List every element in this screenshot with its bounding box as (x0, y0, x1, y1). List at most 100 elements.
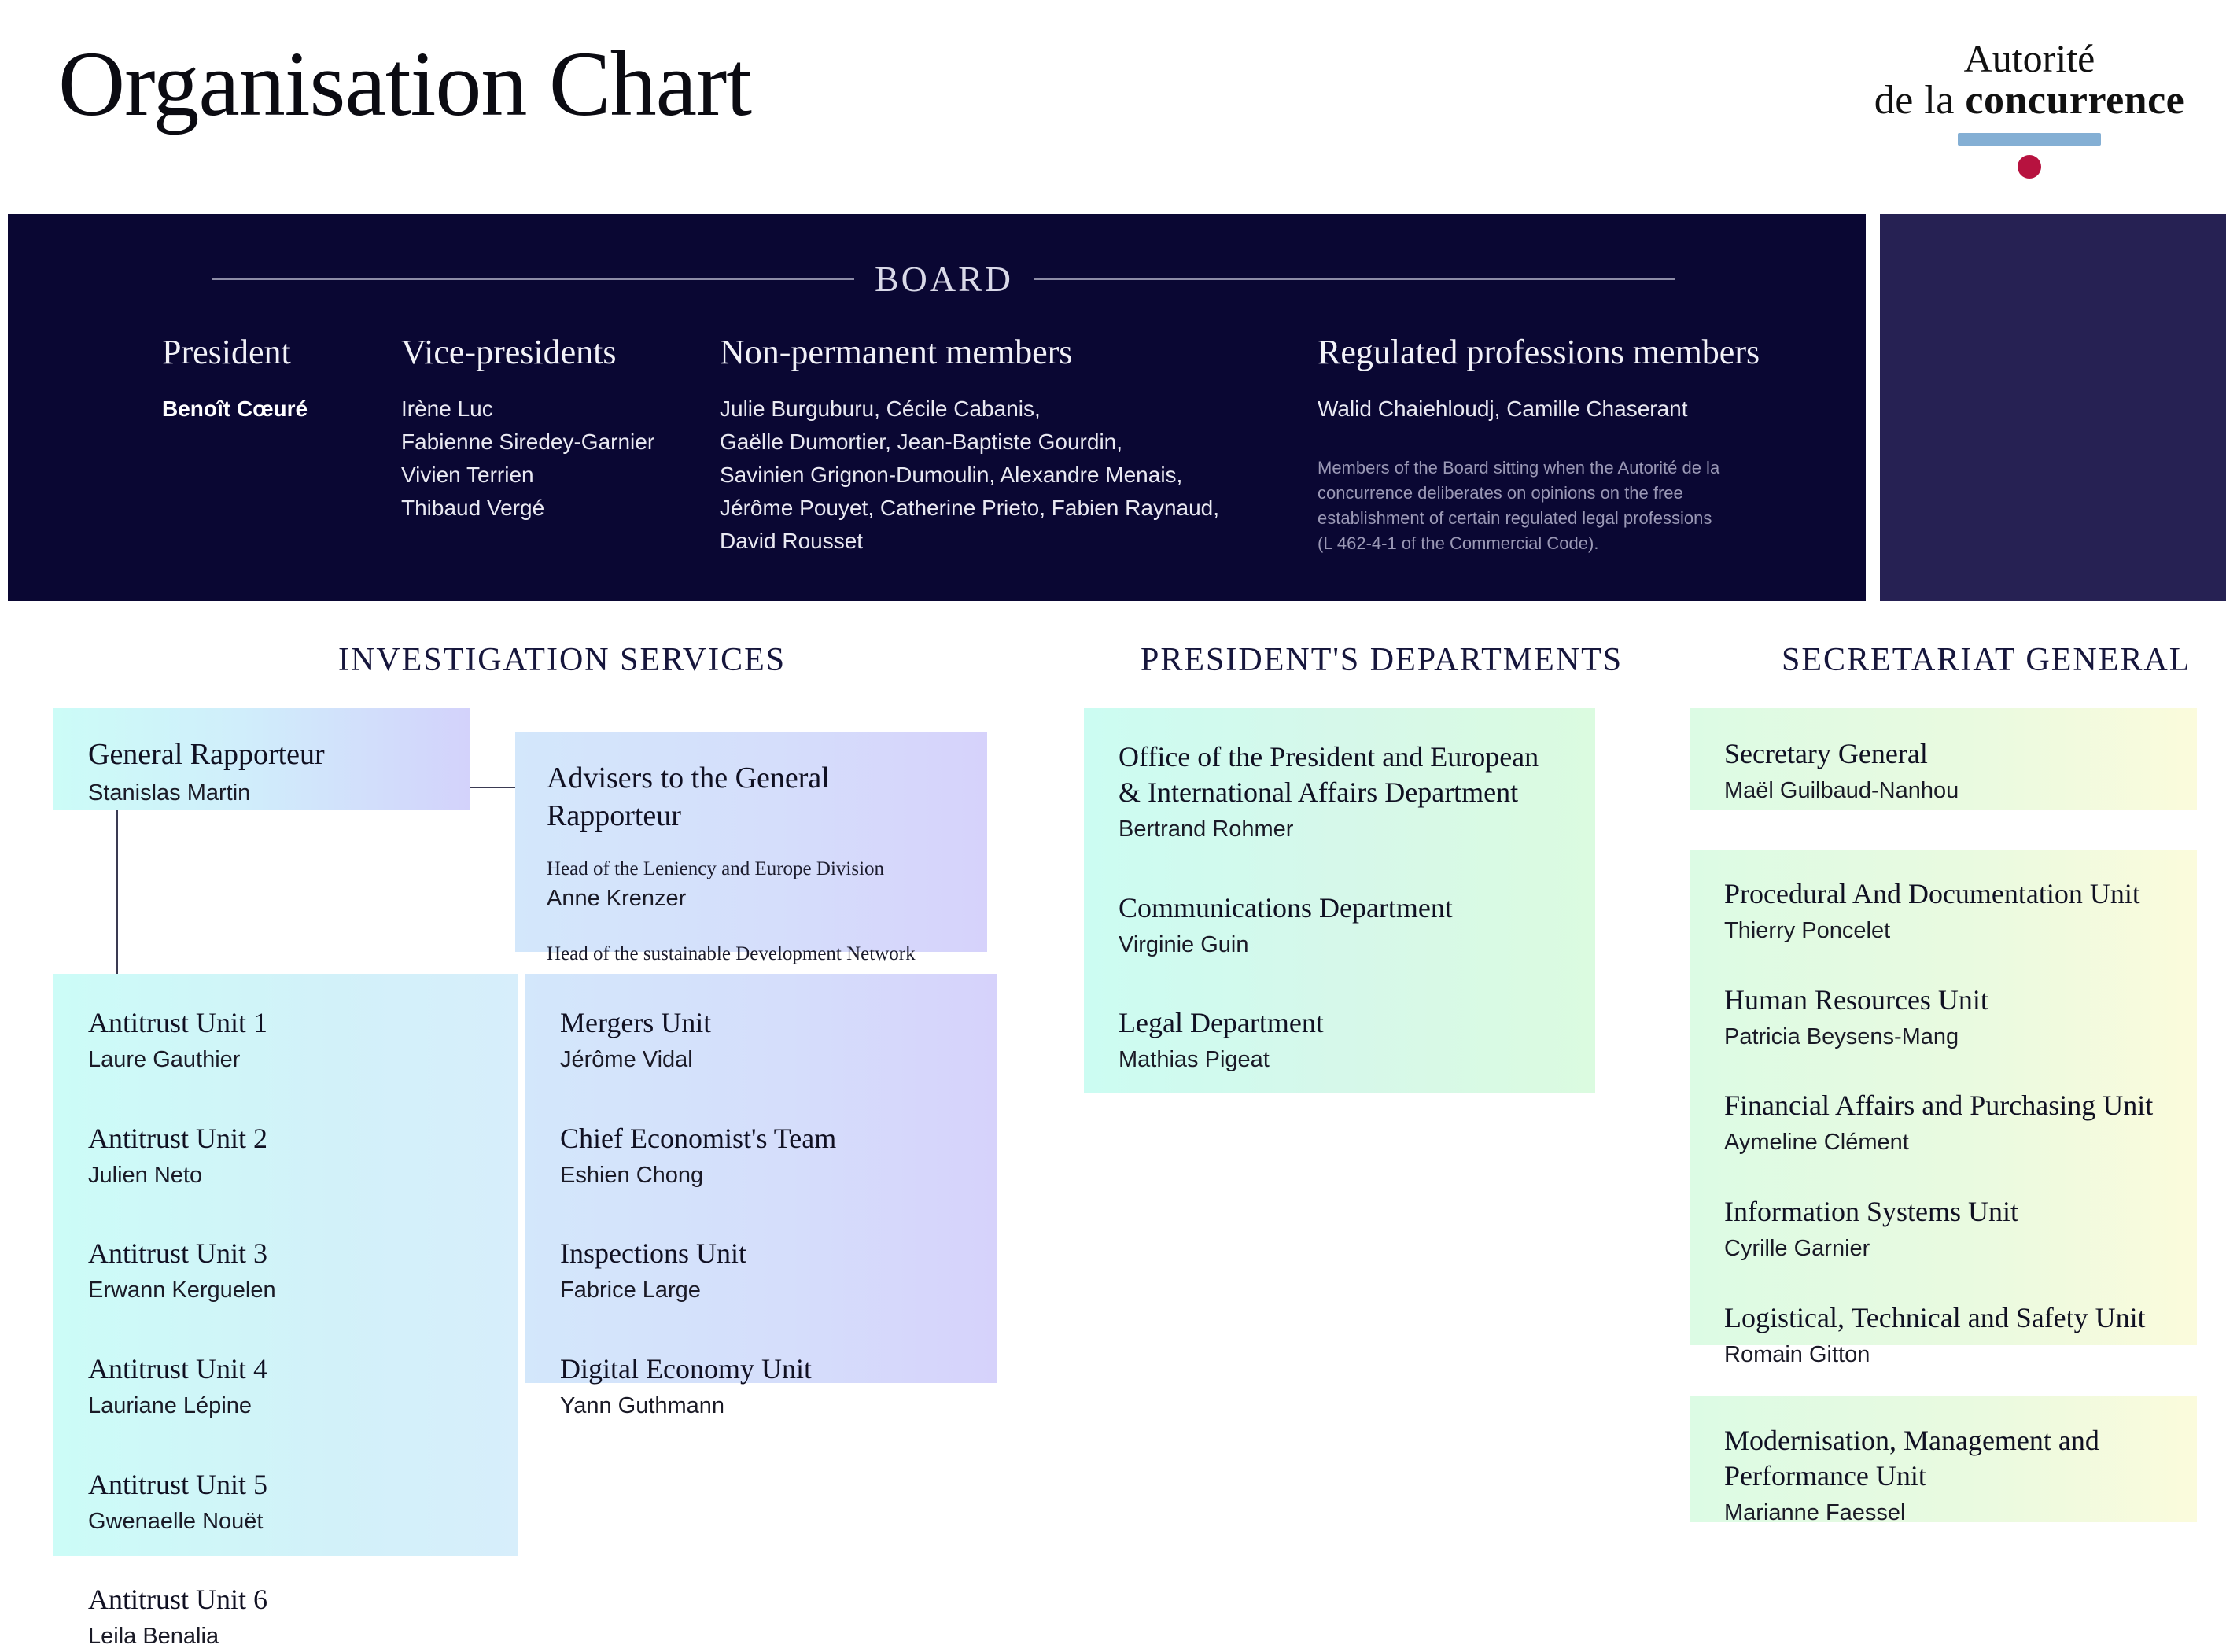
board-member-name: Irène Luc (401, 396, 493, 421)
unit-modernisation-management-performance: Modernisation, Management and Performanc… (1724, 1423, 2162, 1528)
unit-digital-economy: Digital Economy Unit Yann Guthmann (560, 1351, 963, 1422)
board-member-name: Savinien Grignon-Dumoulin, Alexandre Men… (720, 463, 1183, 487)
unit-person-name: Cyrille Garnier (1724, 1236, 1870, 1262)
unit-person-name: Lauriane Lépine (88, 1393, 252, 1419)
unit-title: Antitrust Unit 2 (88, 1122, 268, 1154)
card-secretary-general: Secretary General Maël Guilbaud-Nanhou (1690, 708, 2197, 810)
connector-line-vertical (116, 810, 118, 974)
unit-person-name: Fabrice Large (560, 1278, 701, 1304)
unit-title: Inspections Unit (560, 1237, 746, 1270)
unit-person-name: Gwenaelle Nouët (88, 1508, 264, 1534)
unit-title: Communications Department (1119, 891, 1453, 924)
unit-person-name: Yann Guthmann (560, 1393, 725, 1419)
board-hearing-adviser-panel: Hearing adviser Jean-Pierre Bonthoux (1880, 214, 2226, 601)
unit-title: Modernisation, Management and Performanc… (1724, 1425, 2099, 1492)
unit-title: Antitrust Unit 1 (88, 1007, 268, 1038)
unit-title: Information Systems Unit (1724, 1196, 2018, 1228)
unit-person-name: Erwann Kerguelen (88, 1278, 276, 1304)
unit-title: Mergers Unit (560, 1007, 712, 1038)
card-secretariat-general-units: Procedural And Documentation Unit Thierr… (1690, 850, 2197, 1367)
board-column-president: President Benoît Cœuré (162, 332, 308, 426)
board-band: BOARD President Benoît Cœuré Vice-presid… (0, 214, 2226, 601)
unit-title: Human Resources Unit (1724, 983, 1988, 1016)
unit-antitrust-4: Antitrust Unit 4 Lauriane Lépine (88, 1351, 483, 1422)
unit-chief-economist: Chief Economist's Team Eshien Chong (560, 1121, 963, 1191)
board-rule-left (212, 278, 854, 280)
unit-person-name: Julien Neto (88, 1162, 203, 1188)
unit-person-name: Eshien Chong (560, 1162, 704, 1188)
unit-general-rapporteur: General Rapporteur Stanislas Martin (88, 736, 436, 808)
section-title-secretariat-general: SECRETARIAT GENERAL (1782, 642, 2191, 678)
unit-mergers: Mergers Unit Jérôme Vidal (560, 1005, 963, 1075)
board-rule-right (1034, 278, 1675, 280)
unit-title: Digital Economy Unit (560, 1353, 812, 1385)
unit-title: Antitrust Unit 6 (88, 1584, 268, 1616)
board-column-vice-presidents: Vice-presidents Irène Luc Fabienne Sired… (401, 332, 654, 525)
unit-information-systems: Information Systems Unit Cyrille Garnier (1724, 1194, 2162, 1264)
unit-antitrust-5: Antitrust Unit 5 Gwenaelle Nouët (88, 1467, 483, 1537)
board-member-name: Julie Burguburu, Cécile Cabanis, (720, 396, 1041, 421)
unit-procedural-and-documentation: Procedural And Documentation Unit Thierr… (1724, 876, 2162, 946)
unit-person-name: Thierry Poncelet (1724, 918, 1891, 943)
card-modernisation-management-performance: Modernisation, Management and Performanc… (1690, 1396, 2197, 1525)
unit-person-name: Aymeline Clément (1724, 1130, 1909, 1156)
board-title: BOARD (874, 259, 1014, 299)
logo-line-concurrence: de la concurrence (1864, 79, 2195, 123)
board-heading-non-permanent: Non-permanent members (720, 333, 1073, 371)
unit-person-name: Jérôme Vidal (560, 1047, 693, 1072)
unit-title: Antitrust Unit 4 (88, 1353, 268, 1385)
unit-antitrust-1: Antitrust Unit 1 Laure Gauthier (88, 1005, 483, 1075)
section-title-presidents-departments: PRESIDENT'S DEPARTMENTS (1141, 642, 1623, 678)
unit-person-name: Patricia Beysens-Mang (1724, 1023, 1959, 1049)
unit-antitrust-6: Antitrust Unit 6 Leila Benalia (88, 1582, 483, 1652)
page-header: Organisation Chart Autorité de la concur… (0, 0, 2226, 214)
unit-person-name: Stanislas Martin (88, 780, 251, 806)
unit-title: Financial Affairs and Purchasing Unit (1724, 1090, 2154, 1122)
board-main-panel: BOARD President Benoît Cœuré Vice-presid… (8, 214, 1866, 601)
unit-person-name: Romain Gitton (1724, 1341, 1870, 1367)
board-column-non-permanent-members: Non-permanent members Julie Burguburu, C… (720, 332, 1219, 558)
unit-person-name: Maël Guilbaud-Nanhou (1724, 778, 1959, 803)
unit-legal-department: Legal Department Mathias Pigeat (1119, 1005, 1561, 1075)
unit-role-title: Head of the sustainable Development Netw… (547, 943, 916, 965)
unit-title: Chief Economist's Team (560, 1122, 837, 1154)
unit-title: Advisers to the General Rapporteur (547, 761, 830, 832)
unit-title: Legal Department (1119, 1007, 1324, 1039)
card-general-rapporteur: General Rapporteur Stanislas Martin (53, 708, 470, 810)
board-member-name: Gaëlle Dumortier, Jean-Baptiste Gourdin, (720, 430, 1123, 454)
unit-person-name: Leila Benalia (88, 1624, 219, 1650)
unit-title: Antitrust Unit 5 (88, 1468, 268, 1500)
board-heading-vice-presidents: Vice-presidents (401, 333, 617, 371)
board-member-name: Benoît Cœuré (162, 396, 308, 421)
logo-text-concurrence: concurrence (1965, 77, 2185, 123)
card-presidents-departments: Office of the President and European & I… (1084, 708, 1595, 1093)
card-other-investigation-units: Mergers Unit Jérôme Vidal Chief Economis… (525, 974, 997, 1418)
unit-antitrust-2: Antitrust Unit 2 Julien Neto (88, 1121, 483, 1191)
unit-inspections: Inspections Unit Fabrice Large (560, 1236, 963, 1306)
unit-secretary-general: Secretary General Maël Guilbaud-Nanhou (1724, 736, 2162, 806)
unit-adviser-leniency: Head of the Leniency and Europe Division… (547, 857, 956, 913)
page-title: Organisation Chart (58, 32, 752, 135)
board-member-name: Jérôme Pouyet, Catherine Prieto, Fabien … (720, 496, 1220, 520)
logo-red-dot-icon (2018, 155, 2041, 179)
unit-person-name: Bertrand Rohmer (1119, 817, 1294, 842)
board-member-name: Vivien Terrien (401, 463, 534, 487)
board-title-row: BOARD (212, 258, 1675, 300)
unit-role-title: Head of the Leniency and Europe Division (547, 858, 885, 879)
connector-line-horizontal (470, 787, 515, 788)
unit-person-name: Anne Krenzer (547, 885, 687, 911)
unit-human-resources: Human Resources Unit Patricia Beysens-Ma… (1724, 983, 2162, 1053)
unit-office-of-the-president: Office of the President and European & I… (1119, 739, 1561, 845)
unit-title: Antitrust Unit 3 (88, 1237, 268, 1270)
unit-financial-affairs-and-purchasing: Financial Affairs and Purchasing Unit Ay… (1724, 1088, 2162, 1158)
unit-person-name: Mathias Pigeat (1119, 1047, 1270, 1073)
board-column-regulated-professions: Regulated professions members Walid Chai… (1318, 332, 1760, 556)
unit-communications-department: Communications Department Virginie Guin (1119, 891, 1561, 961)
logo-text-de-la: de la (1874, 77, 1966, 123)
board-member-name: Fabienne Siredey-Garnier (401, 430, 655, 454)
logo-line-autorite: Autorité (1963, 36, 2095, 80)
unit-title: Logistical, Technical and Safety Unit (1724, 1301, 2146, 1333)
unit-antitrust-3: Antitrust Unit 3 Erwann Kerguelen (88, 1236, 483, 1306)
unit-title: Secretary General (1724, 738, 1928, 769)
card-antitrust-units: Antitrust Unit 1 Laure Gauthier Antitrus… (53, 974, 518, 1649)
